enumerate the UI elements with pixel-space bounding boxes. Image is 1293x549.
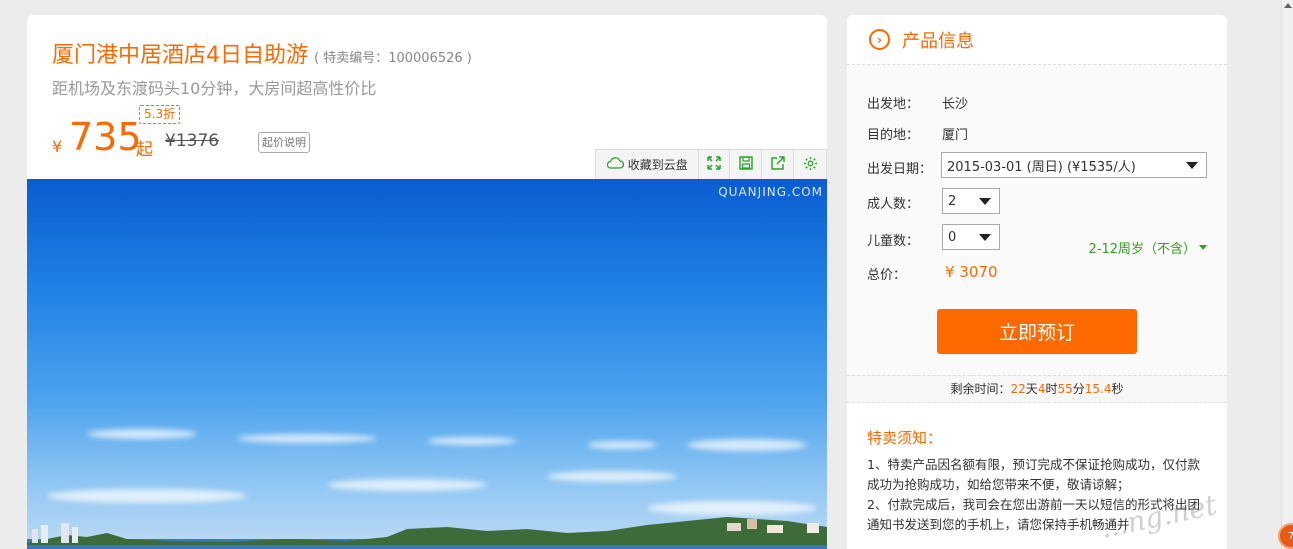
chevron-down-icon bbox=[1186, 162, 1198, 169]
image-toolbar: 收藏到云盘 bbox=[595, 149, 827, 179]
timer-days-unit: 天 bbox=[1025, 382, 1038, 396]
title-row: 厦门港中居酒店4日自助游 ( 特卖编号：100006526 ) bbox=[52, 37, 472, 69]
panel-title: 产品信息 bbox=[902, 30, 974, 52]
discount-badge: 5.3折 bbox=[139, 105, 181, 124]
children-select[interactable]: 0 bbox=[942, 224, 1000, 250]
timer-minutes-unit: 分 bbox=[1072, 382, 1085, 396]
adults-label: 成人数： bbox=[867, 197, 920, 212]
save-icon bbox=[739, 156, 753, 173]
product-subtitle: 距机场及东渡码头10分钟，大房间超高性价比 bbox=[52, 79, 377, 98]
departure-value: 长沙 bbox=[942, 97, 969, 112]
child-age-note: 2-12周岁（不含） bbox=[1088, 242, 1196, 257]
adults-value: 2 bbox=[948, 193, 957, 209]
notice-line-1: 1、特卖产品因名额有限，预订完成不保证抢购成功，仅付款成功为抢购成功，如给您带来… bbox=[867, 457, 1200, 492]
page-scrollbar[interactable] bbox=[1281, 0, 1293, 549]
timer-seconds-unit: 秒 bbox=[1111, 382, 1124, 396]
timer-seconds: 15.4 bbox=[1084, 382, 1112, 396]
photo-cloud bbox=[687, 439, 807, 451]
departure-label: 出发地： bbox=[867, 97, 920, 112]
total-label: 总价： bbox=[867, 268, 907, 283]
caret-down-icon bbox=[1199, 245, 1207, 250]
photo-cloud bbox=[87, 429, 197, 439]
departure-date-value: 2015-03-01 (周日) (¥1535/人) bbox=[947, 159, 1136, 175]
currency-symbol: ¥ bbox=[52, 137, 63, 156]
shoreline-graphic bbox=[27, 517, 827, 549]
save-button[interactable] bbox=[730, 150, 763, 179]
destination-label: 目的地： bbox=[867, 128, 920, 143]
price-explain-link[interactable]: 起价说明 bbox=[258, 132, 310, 153]
timer-hours-unit: 时 bbox=[1045, 382, 1058, 396]
timer-prefix: 剩余时间： bbox=[950, 382, 1011, 396]
product-card: 厦门港中居酒店4日自助游 ( 特卖编号：100006526 ) 距机场及东渡码头1… bbox=[27, 15, 827, 549]
share-icon bbox=[770, 156, 785, 173]
booking-form: 出发地： 长沙 目的地： 厦门 出发日期： 2015-03-01 (周日) (¥… bbox=[847, 65, 1227, 375]
children-value: 0 bbox=[948, 229, 957, 245]
timer-minutes: 55 bbox=[1057, 382, 1073, 396]
destination-value: 厦门 bbox=[942, 128, 969, 143]
scroll-up-icon[interactable] bbox=[1284, 3, 1292, 8]
product-code: ( 特卖编号：100006526 ) bbox=[314, 51, 472, 66]
book-now-button[interactable]: 立即预订 bbox=[937, 309, 1137, 354]
destination-photo: QUANJING.COM bbox=[27, 179, 827, 549]
adults-select[interactable]: 2 bbox=[942, 188, 1000, 214]
save-to-cloud-button[interactable]: 收藏到云盘 bbox=[596, 150, 699, 179]
fullscreen-button[interactable] bbox=[699, 150, 731, 179]
fullscreen-icon bbox=[707, 156, 721, 173]
child-age-dropdown[interactable]: 2-12周岁（不含） bbox=[1088, 238, 1207, 257]
price: 735 bbox=[69, 115, 142, 159]
countdown-timer: 剩余时间：22天4时55分15.4秒 bbox=[847, 375, 1227, 403]
cloud-icon bbox=[606, 157, 624, 172]
photo-cloud bbox=[47, 489, 247, 503]
panel-header: › 产品信息 bbox=[847, 15, 1227, 65]
photo-cloud bbox=[237, 434, 377, 443]
photo-cloud bbox=[587, 441, 657, 449]
photo-cloud bbox=[547, 471, 677, 482]
chevron-down-icon bbox=[979, 234, 991, 241]
photo-cloud bbox=[327, 479, 487, 491]
product-info-panel: › 产品信息 出发地： 长沙 目的地： 厦门 出发日期： 2015-03-01 … bbox=[847, 15, 1227, 549]
chevron-down-icon bbox=[979, 198, 991, 205]
total-price: ¥ 3070 bbox=[945, 263, 998, 281]
settings-icon bbox=[803, 156, 818, 174]
photo-cloud bbox=[427, 437, 517, 445]
original-price: ¥1376 bbox=[165, 131, 220, 151]
departure-date-select[interactable]: 2015-03-01 (周日) (¥1535/人) bbox=[941, 152, 1207, 178]
notice-title: 特卖须知： bbox=[867, 429, 943, 447]
product-title: 厦门港中居酒店4日自助游 bbox=[52, 43, 308, 68]
share-button[interactable] bbox=[762, 150, 795, 179]
chevron-right-circle-icon: › bbox=[869, 29, 890, 50]
photo-watermark: QUANJING.COM bbox=[718, 185, 823, 199]
timer-days: 22 bbox=[1010, 382, 1026, 396]
price-suffix: 起 bbox=[136, 140, 153, 160]
settings-button[interactable] bbox=[794, 150, 826, 179]
save-to-cloud-label: 收藏到云盘 bbox=[627, 158, 688, 172]
date-label: 出发日期： bbox=[867, 162, 933, 177]
children-label: 儿童数： bbox=[867, 234, 920, 249]
